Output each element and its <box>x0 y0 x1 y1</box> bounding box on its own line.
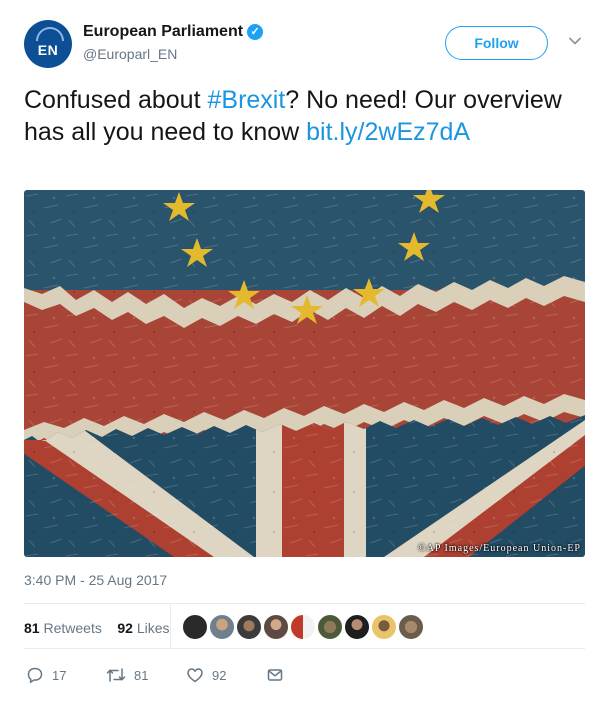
retweet-icon <box>106 668 126 682</box>
liker-avatar[interactable] <box>209 614 235 640</box>
retweet-action[interactable]: 81 <box>106 664 148 686</box>
like-icon <box>187 668 203 683</box>
divider <box>24 648 585 649</box>
retweet-count: 81 <box>134 667 149 683</box>
hashtag-link[interactable]: #Brexit <box>207 86 285 114</box>
tweet-header: EN European Parliament ✓ @Europarl_EN Fol… <box>24 20 589 72</box>
tweet-timestamp[interactable]: 3:40 PM - 25 Aug 2017 <box>24 572 167 588</box>
like-action[interactable]: 92 <box>186 664 226 686</box>
avatar-logo-arc <box>36 27 64 41</box>
engagement-stats: 81 Retweets 92 Likes <box>24 620 170 636</box>
direct-message-icon <box>267 669 283 681</box>
tweet-text: Confused about #Brexit? No need! Our ove… <box>24 84 584 148</box>
likes-stat[interactable]: 92 Likes <box>117 620 169 636</box>
tweet-text-part: Confused about <box>24 86 208 114</box>
retweets-count: 81 <box>24 620 40 636</box>
likes-count: 92 <box>117 620 133 636</box>
account-name-text[interactable]: European Parliament <box>83 23 243 40</box>
follow-button[interactable]: Follow <box>445 26 548 60</box>
retweets-label: Retweets <box>43 620 102 636</box>
retweets-stat[interactable]: 81 Retweets <box>24 620 102 636</box>
liker-avatar[interactable] <box>371 614 397 640</box>
liker-avatar[interactable] <box>344 614 370 640</box>
divider <box>170 604 171 648</box>
photo-credit: ©AP Images/European Union-EP <box>418 543 581 554</box>
like-count: 92 <box>212 667 227 683</box>
reply-action[interactable]: 17 <box>26 664 66 686</box>
reply-icon <box>27 667 43 684</box>
account-handle[interactable]: @Europarl_EN <box>83 46 177 62</box>
liker-avatar[interactable] <box>398 614 424 640</box>
torn-flags-image <box>24 190 585 557</box>
tweet-photo[interactable]: ©AP Images/European Union-EP <box>24 190 585 557</box>
avatar-label: EN <box>37 42 59 58</box>
likes-label: Likes <box>136 620 170 636</box>
liker-avatar[interactable] <box>263 614 289 640</box>
liker-avatar[interactable] <box>290 614 316 640</box>
verified-badge-icon: ✓ <box>247 24 264 40</box>
direct-message-action[interactable] <box>266 664 284 686</box>
liker-avatar[interactable] <box>236 614 262 640</box>
chevron-down-icon[interactable] <box>567 33 583 49</box>
liker-avatar[interactable] <box>317 614 343 640</box>
divider <box>24 603 585 604</box>
account-name[interactable]: European Parliament ✓ <box>83 23 264 41</box>
tweet-url-link[interactable]: bit.ly/2wEz7dA <box>306 118 470 146</box>
liker-avatar[interactable] <box>182 614 208 640</box>
avatar[interactable]: EN <box>24 20 72 68</box>
reply-count: 17 <box>52 667 67 683</box>
